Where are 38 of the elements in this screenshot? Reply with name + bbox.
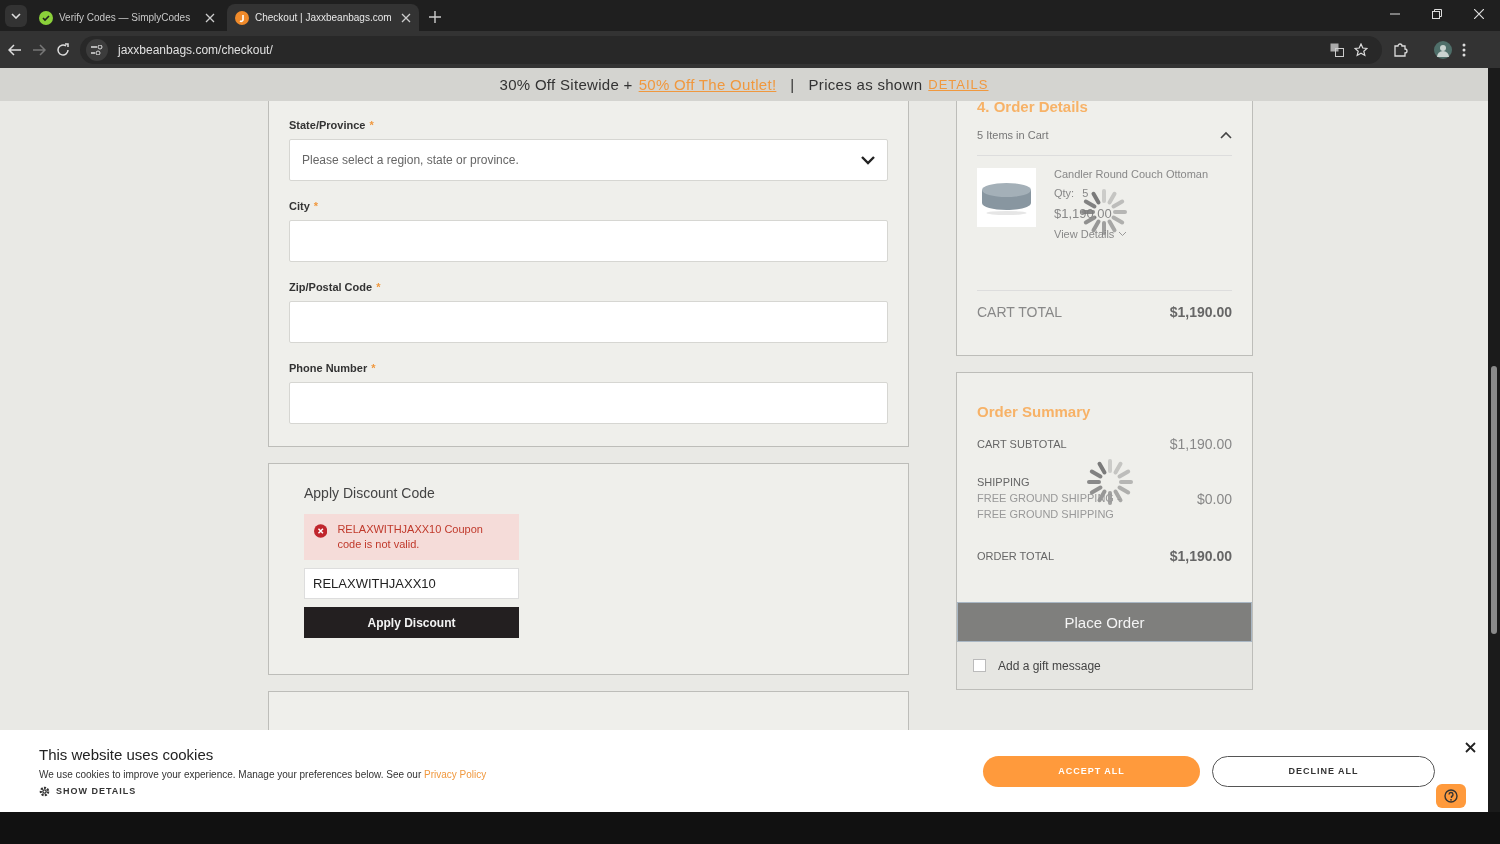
summary-value: $0.00 [1196, 491, 1232, 507]
summary-label: ORDER TOTAL [977, 550, 1055, 562]
decline-all-button[interactable]: DECLINE ALL [1212, 755, 1435, 787]
promo-text: 30% Off Sitewide + [499, 76, 633, 93]
show-details-toggle[interactable]: SHOW DETAILS [39, 785, 983, 797]
promo-text: Prices as shown [808, 76, 923, 93]
separator-text: | [790, 76, 795, 93]
qty-value: 5 [1082, 187, 1089, 199]
cart-total-label: CART TOTAL [977, 304, 1063, 320]
error-message: RELAXWITHJAXX10 Coupon code is not valid. [304, 514, 519, 560]
checkbox-label: Add a gift message [998, 658, 1101, 673]
summary-label: SHIPPING [977, 476, 1031, 488]
cart-toggle[interactable]: 5 Items in Cart [977, 115, 1232, 156]
view-details-link[interactable]: View Details [1054, 228, 1209, 240]
field-label: Phone Number * [289, 362, 377, 374]
place-order-button[interactable]: Place Order [957, 602, 1252, 642]
section-title: 4. Order Details [977, 98, 1089, 115]
section-title: Apply Discount Code [304, 485, 436, 501]
tab-title: Checkout | Jaxxbeanbags.com [255, 12, 393, 23]
field-label: State/Province * [289, 119, 375, 131]
select-field[interactable]: Please select a region, state or province. [289, 139, 888, 181]
discount-code-field[interactable]: RELAXWITHJAXX10 [304, 568, 519, 599]
field-label: City * [289, 200, 320, 212]
address-bar[interactable]: jaxxbeanbags.com/checkout/ [80, 35, 1382, 64]
cart-total-value: $1,190.00 [1169, 304, 1232, 320]
browser-tab[interactable]: Verify Codes — SimplyCodes [31, 4, 223, 31]
section-title: Order Summary [976, 402, 1092, 422]
browser-tab[interactable]: Checkout | Jaxxbeanbags.com [227, 4, 419, 31]
qty-label: Qty: [1054, 187, 1075, 199]
field-label: Zip/Postal Code * [289, 281, 382, 293]
cookie-title: This website uses cookies [39, 745, 215, 763]
cookie-text: We use cookies to improve your experience. Manage your preferences below. See our Privacy Policy [39, 768, 488, 780]
summary-value: $1,190.00 [1169, 436, 1232, 452]
summary-value: $1,190.00 [1169, 548, 1232, 564]
apply-discount-button[interactable]: Apply Discount [304, 607, 519, 638]
product-name: Candler Round Couch Ottoman [1054, 168, 1209, 180]
tab-title: Verify Codes — SimplyCodes [59, 12, 192, 23]
summary-label: CART SUBTOTAL [977, 438, 1067, 450]
